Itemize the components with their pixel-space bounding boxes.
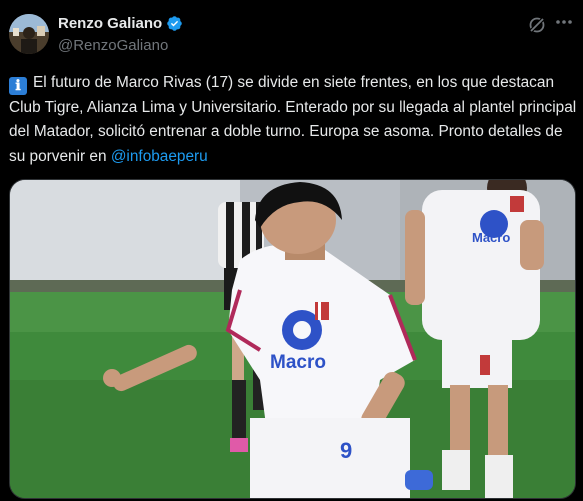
avatar[interactable] [9, 14, 49, 54]
more-options-icon[interactable] [551, 9, 577, 35]
tweet-body: El futuro de Marco Rivas (17) se divide … [9, 74, 577, 165]
jersey-number: 9 [340, 438, 352, 463]
avatar-image [9, 14, 49, 54]
verified-badge-icon[interactable] [166, 15, 183, 32]
tweet-media-photo[interactable]: Macro Macro 9 [9, 179, 576, 499]
tweet-header: Renzo Galiano @RenzoGaliano [0, 0, 583, 64]
mention-link[interactable]: @infobaeperu [111, 148, 208, 165]
football-photo: Macro Macro 9 [10, 180, 575, 498]
name-row: Renzo Galiano [58, 15, 183, 32]
svg-text:Macro: Macro [472, 230, 510, 245]
user-handle[interactable]: @RenzoGaliano [58, 37, 168, 54]
display-name[interactable]: Renzo Galiano [58, 15, 162, 32]
jersey-sponsor: Macro [270, 352, 326, 373]
grok-icon[interactable] [527, 15, 547, 35]
info-emoji-icon: ℹ [9, 77, 27, 95]
tweet-text: ℹ El futuro de Marco Rivas (17) se divide… [9, 71, 579, 169]
